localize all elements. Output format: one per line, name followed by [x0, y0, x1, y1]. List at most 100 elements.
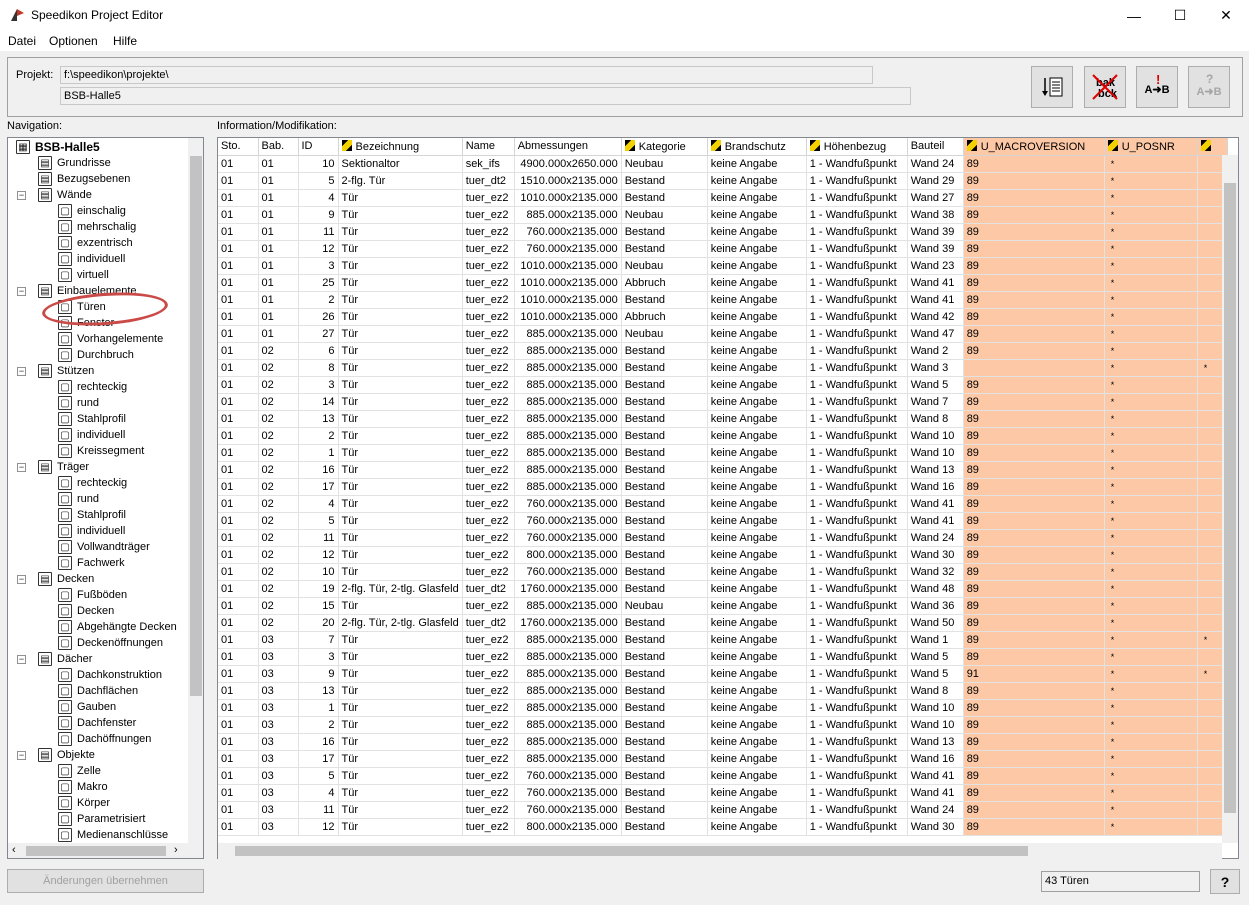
- table-cell[interactable]: Tür: [338, 444, 463, 462]
- table-cell[interactable]: 1 - Wandfußpunkt: [806, 495, 908, 513]
- tree-item[interactable]: ▦ BSB-Halle5: [16, 139, 100, 155]
- table-cell[interactable]: 1 - Wandfußpunkt: [806, 206, 908, 224]
- table-cell[interactable]: Tür: [338, 716, 463, 734]
- tree-item[interactable]: ▤ Träger: [38, 459, 89, 475]
- table-cell[interactable]: Tür: [338, 495, 463, 513]
- table-cell[interactable]: 89: [963, 427, 1105, 445]
- table-cell[interactable]: 2-flg. Tür, 2-tlg. Glasfeld: [338, 614, 463, 632]
- table-cell[interactable]: tuer_ez2: [462, 563, 515, 581]
- table-cell[interactable]: 1 - Wandfußpunkt: [806, 563, 908, 581]
- table-cell[interactable]: 1 - Wandfußpunkt: [806, 257, 908, 275]
- table-cell[interactable]: Wand 50: [907, 614, 964, 632]
- table-cell[interactable]: 1 - Wandfußpunkt: [806, 223, 908, 241]
- table-cell[interactable]: 89: [963, 614, 1105, 632]
- table-cell[interactable]: Wand 41: [907, 274, 964, 292]
- table-cell[interactable]: Bestand: [621, 478, 708, 496]
- list-import-button[interactable]: [1031, 66, 1073, 108]
- table-cell[interactable]: 01: [218, 767, 259, 785]
- table-cell[interactable]: 1 - Wandfußpunkt: [806, 597, 908, 615]
- table-cell[interactable]: Wand 16: [907, 750, 964, 768]
- table-cell[interactable]: 1760.000x2135.000: [514, 614, 622, 632]
- table-cell[interactable]: 89: [963, 444, 1105, 462]
- menu-datei[interactable]: Datei: [8, 34, 36, 48]
- tree-item[interactable]: ▢ Dachflächen: [58, 683, 138, 699]
- table-cell[interactable]: 1 - Wandfußpunkt: [806, 750, 908, 768]
- table-cell[interactable]: 89: [963, 155, 1105, 173]
- table-row[interactable]: 01 01 9 Tür tuer_ez2 885.000x2135.000 Neubau ke…: [218, 206, 1228, 224]
- table-cell[interactable]: 01: [218, 189, 259, 207]
- table-cell[interactable]: keine Angabe: [707, 257, 807, 275]
- table-row[interactable]: 01 02 15 Tür tuer_ez2 885.000x2135.000 Neubau k…: [218, 597, 1228, 615]
- table-cell[interactable]: 885.000x2135.000: [514, 682, 622, 700]
- table-cell[interactable]: keine Angabe: [707, 614, 807, 632]
- table-cell[interactable]: 01: [258, 240, 299, 258]
- grid-hscroll-thumb[interactable]: [235, 846, 1028, 856]
- table-cell[interactable]: 02: [258, 614, 299, 632]
- table-cell[interactable]: 01: [218, 529, 259, 547]
- table-cell[interactable]: 01: [218, 512, 259, 530]
- table-cell[interactable]: 01: [258, 257, 299, 275]
- table-cell[interactable]: 02: [258, 342, 299, 360]
- tree-item[interactable]: ▢ Vollwandträger: [58, 539, 150, 555]
- table-cell[interactable]: 1 - Wandfußpunkt: [806, 189, 908, 207]
- table-cell[interactable]: 760.000x2135.000: [514, 495, 622, 513]
- table-cell[interactable]: 01: [218, 614, 259, 632]
- table-cell[interactable]: *: [1104, 495, 1198, 513]
- table-cell[interactable]: 27: [298, 325, 339, 343]
- table-cell[interactable]: 26: [298, 308, 339, 326]
- table-cell[interactable]: 89: [963, 274, 1105, 292]
- table-cell[interactable]: tuer_ez2: [462, 308, 515, 326]
- table-cell[interactable]: Bestand: [621, 801, 708, 819]
- table-cell[interactable]: 89: [963, 461, 1105, 479]
- tree-item[interactable]: ▢ rund: [58, 491, 99, 507]
- table-cell[interactable]: Tür: [338, 767, 463, 785]
- table-cell[interactable]: 89: [963, 801, 1105, 819]
- table-cell[interactable]: 1 - Wandfußpunkt: [806, 410, 908, 428]
- table-cell[interactable]: Tür: [338, 699, 463, 717]
- table-cell[interactable]: tuer_ez2: [462, 461, 515, 479]
- table-cell[interactable]: Wand 39: [907, 240, 964, 258]
- table-cell[interactable]: 1 - Wandfußpunkt: [806, 733, 908, 751]
- table-cell[interactable]: tuer_ez2: [462, 223, 515, 241]
- table-cell[interactable]: 01: [218, 291, 259, 309]
- table-cell[interactable]: Wand 27: [907, 189, 964, 207]
- table-cell[interactable]: Wand 38: [907, 206, 964, 224]
- table-cell[interactable]: 02: [258, 580, 299, 598]
- column-header[interactable]: Name: [462, 138, 515, 156]
- table-cell[interactable]: 1010.000x2135.000: [514, 274, 622, 292]
- table-cell[interactable]: 1760.000x2135.000: [514, 580, 622, 598]
- table-row[interactable]: 01 02 10 Tür tuer_ez2 760.000x2135.000 Bestand…: [218, 563, 1228, 581]
- table-cell[interactable]: 1510.000x2135.000: [514, 172, 622, 190]
- table-cell[interactable]: 10: [298, 563, 339, 581]
- tree-item[interactable]: ▢ Decken: [58, 603, 114, 619]
- table-cell[interactable]: 02: [258, 478, 299, 496]
- table-row[interactable]: 01 02 20 2-flg. Tür, 2-tlg. Glasfeld tuer_dt…: [218, 614, 1228, 632]
- table-cell[interactable]: Wand 24: [907, 529, 964, 547]
- table-cell[interactable]: Bestand: [621, 784, 708, 802]
- table-cell[interactable]: tuer_ez2: [462, 240, 515, 258]
- table-cell[interactable]: keine Angabe: [707, 291, 807, 309]
- table-cell[interactable]: Bestand: [621, 818, 708, 836]
- table-cell[interactable]: Wand 10: [907, 427, 964, 445]
- table-cell[interactable]: 1 - Wandfußpunkt: [806, 801, 908, 819]
- delete-backup-button[interactable]: bak bck: [1084, 66, 1126, 108]
- table-cell[interactable]: [963, 359, 1105, 377]
- table-cell[interactable]: 89: [963, 682, 1105, 700]
- table-row[interactable]: 01 01 11 Tür tuer_ez2 760.000x2135.000 Bestand…: [218, 223, 1228, 241]
- table-cell[interactable]: Bestand: [621, 342, 708, 360]
- tree-item[interactable]: ▢ rechteckig: [58, 379, 127, 395]
- table-cell[interactable]: 03: [258, 648, 299, 666]
- table-cell[interactable]: Neubau: [621, 155, 708, 173]
- table-row[interactable]: 01 01 12 Tür tuer_ez2 760.000x2135.000 Bestand…: [218, 240, 1228, 258]
- table-cell[interactable]: Tür: [338, 325, 463, 343]
- table-cell[interactable]: 89: [963, 716, 1105, 734]
- table-cell[interactable]: 01: [258, 172, 299, 190]
- table-cell[interactable]: Wand 13: [907, 733, 964, 751]
- tree-item[interactable]: ▢ rechteckig: [58, 475, 127, 491]
- table-cell[interactable]: Tür: [338, 784, 463, 802]
- table-cell[interactable]: 11: [298, 223, 339, 241]
- table-cell[interactable]: *: [1104, 189, 1198, 207]
- table-cell[interactable]: 01: [218, 580, 259, 598]
- table-cell[interactable]: 1 - Wandfußpunkt: [806, 461, 908, 479]
- table-row[interactable]: 01 02 1 Tür tuer_ez2 885.000x2135.000 Bestand k…: [218, 444, 1228, 462]
